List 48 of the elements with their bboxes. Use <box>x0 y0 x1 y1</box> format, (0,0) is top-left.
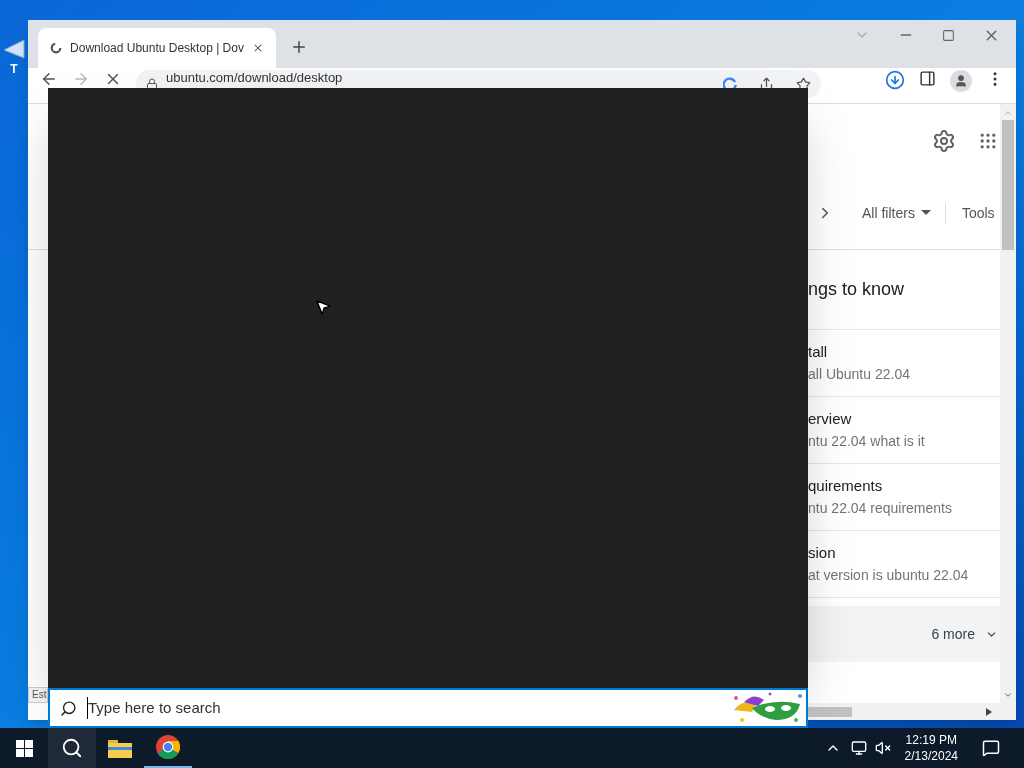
mouse-cursor-icon <box>314 298 332 316</box>
apps-grid-icon[interactable] <box>978 131 998 151</box>
desktop-icon-label[interactable]: T <box>10 60 18 78</box>
desktop-shortcut-icon[interactable] <box>2 36 26 60</box>
lock-icon <box>146 78 158 90</box>
taskbar-search-box[interactable]: Type here to search <box>48 688 808 728</box>
clock-time[interactable]: 12:19 PM <box>905 732 957 748</box>
result-subtitle: ntu 22.04 what is it <box>808 431 926 451</box>
url-text: ubuntu.com/download/desktop <box>166 70 344 85</box>
result-subtitle: ntu 22.04 requirements <box>808 498 953 518</box>
result-subtitle: at version is ubuntu 22.04 <box>808 565 970 585</box>
scroll-down-icon[interactable] <box>1003 690 1013 700</box>
loading-icon <box>50 41 63 55</box>
chrome-icon <box>156 735 180 759</box>
profile-avatar[interactable] <box>950 70 972 92</box>
search-icon <box>60 699 77 717</box>
result-title: tall <box>808 342 829 363</box>
result-title: sion <box>808 543 837 564</box>
more-button[interactable]: 6 more <box>808 606 1000 662</box>
vertical-scrollbar[interactable] <box>1000 104 1016 720</box>
section-heading: ngs to know <box>808 278 905 301</box>
horizontal-scrollbar[interactable] <box>808 703 1000 720</box>
windows-logo-icon <box>15 739 33 757</box>
clock-date[interactable]: 2/13/2024 <box>904 748 958 764</box>
volume-muted-icon[interactable] <box>874 740 891 756</box>
filters-dropdown[interactable]: All filters <box>862 202 946 224</box>
maximize-icon[interactable] <box>942 28 955 42</box>
search-taskbar-button[interactable] <box>48 728 96 768</box>
settings-icon[interactable] <box>932 129 956 153</box>
caret-icon <box>920 210 931 216</box>
tools-button[interactable]: Tools <box>945 202 995 224</box>
search-icon <box>61 737 83 759</box>
search-input[interactable]: Type here to search <box>87 696 720 720</box>
result-title: erview <box>808 409 853 430</box>
side-panel-icon[interactable] <box>919 70 936 87</box>
browser-tab[interactable]: Download Ubuntu Desktop | Dov <box>38 28 276 68</box>
scrollbar-thumb[interactable] <box>808 706 852 717</box>
notifications-icon[interactable] <box>982 739 1000 757</box>
download-icon[interactable] <box>885 70 905 90</box>
scroll-right-icon[interactable] <box>986 707 992 716</box>
result-subtitle: all Ubuntu 22.04 <box>808 364 911 384</box>
new-tab-icon[interactable] <box>290 38 308 56</box>
result-title: quirements <box>808 476 884 497</box>
status-text: Est <box>28 687 49 703</box>
tab-title: Download Ubuntu Desktop | Dov <box>70 40 244 57</box>
folder-icon <box>108 738 132 758</box>
back-icon[interactable] <box>40 70 58 88</box>
scrollbar-thumb[interactable] <box>1002 120 1014 250</box>
